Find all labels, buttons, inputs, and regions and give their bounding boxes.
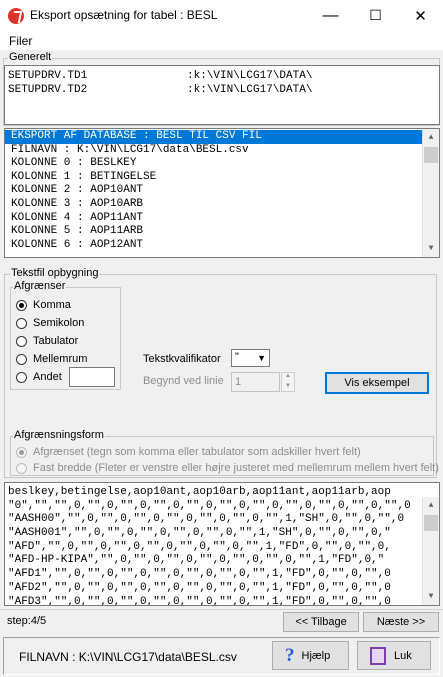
preview-line: beslkey,betingelse,aop10ant,aop10arb,aop… bbox=[8, 486, 391, 498]
spin-up-icon[interactable]: ▲ bbox=[285, 373, 291, 379]
start-line-input[interactable]: 1 bbox=[231, 372, 280, 392]
scroll-up-icon[interactable]: ▲ bbox=[423, 129, 439, 146]
textfile-legend: Tekstfil opbygning bbox=[10, 267, 100, 279]
scroll-down-icon[interactable]: ▼ bbox=[423, 240, 439, 257]
list-item[interactable]: KOLONNE 6 : AOP12ANT bbox=[5, 239, 423, 253]
list-item[interactable]: KOLONNE 2 : AOP10ANT bbox=[5, 184, 423, 198]
close-button[interactable]: Luk bbox=[357, 641, 431, 670]
general-row-key: SETUPDRV.TD2 bbox=[8, 84, 88, 96]
list-item[interactable]: KOLONNE 3 : AOP10ARB bbox=[5, 198, 423, 212]
export-definition-list[interactable]: EKSPORT AF DATABASE : BESL TIL CSV FIL F… bbox=[4, 128, 440, 258]
preview-line: "AASH001","",0,"",0,"",0,"",0,"",0,"",1,… bbox=[8, 527, 391, 540]
footer-filename: FILNAVN : K:\VIN\LCG17\data\BESL.csv bbox=[19, 650, 237, 664]
general-settings-box[interactable]: SETUPDRV.TD1 :k:\VIN\LCG17\DATA\ SETUPDR… bbox=[4, 65, 440, 125]
close-icon: ✕ bbox=[414, 7, 427, 25]
radio-comma-label[interactable]: Komma bbox=[33, 299, 71, 311]
footer-divider bbox=[0, 609, 443, 610]
list-scrollbar[interactable]: ▲ ▼ bbox=[422, 129, 439, 257]
radio-tab[interactable] bbox=[16, 336, 27, 347]
step-indicator: step:4/5 bbox=[7, 615, 47, 627]
help-button-label: Hjælp bbox=[301, 649, 331, 662]
delimiter-legend: Afgrænser bbox=[13, 280, 67, 292]
radio-semicolon-label[interactable]: Semikolon bbox=[33, 317, 84, 329]
general-legend: Generelt bbox=[8, 51, 53, 63]
question-icon: ? bbox=[285, 644, 295, 666]
radio-delimited[interactable] bbox=[16, 447, 27, 458]
preview-line: "0","","",0,"",0,"",0,"",0,"",0,"",0,"",… bbox=[8, 499, 411, 512]
preview-scrollbar[interactable]: ▲ ▼ bbox=[422, 497, 439, 605]
general-row-value: :k:\VIN\LCG17\DATA\ bbox=[187, 84, 313, 96]
window-title: Eksport opsætning for tabel : BESL bbox=[30, 8, 218, 22]
scroll-thumb[interactable] bbox=[424, 515, 438, 531]
qualifier-value: " bbox=[235, 351, 239, 363]
qualifier-select[interactable]: " ▼ bbox=[231, 349, 270, 367]
show-example-button[interactable]: Vis eksempel bbox=[325, 372, 429, 394]
preview-line: "AFD-HP-KIPA","",0,"",0,"",0,"",0,"",0,"… bbox=[8, 554, 385, 567]
app-logo-icon bbox=[8, 8, 24, 24]
menu-bar bbox=[0, 31, 443, 50]
preview-line: "AASH00","",0,"",0,"",0,"",0,"",0,"",0,"… bbox=[8, 513, 405, 526]
radio-other[interactable] bbox=[16, 372, 27, 383]
start-line-spinner[interactable]: ▲ ▼ bbox=[281, 372, 295, 392]
radio-delimited-label[interactable]: Afgrænset (tegn som komma eller tabulato… bbox=[33, 446, 361, 458]
list-item[interactable]: EKSPORT AF DATABASE : BESL TIL CSV FIL bbox=[5, 130, 423, 144]
scroll-up-icon[interactable]: ▲ bbox=[423, 497, 439, 514]
general-row-key: SETUPDRV.TD1 bbox=[8, 70, 88, 82]
radio-space-label[interactable]: Mellemrum bbox=[33, 353, 87, 365]
radio-space[interactable] bbox=[16, 354, 27, 365]
radio-other-label[interactable]: Andet bbox=[33, 371, 62, 383]
list-item[interactable]: KOLONNE 5 : AOP11ARB bbox=[5, 225, 423, 239]
chevron-down-icon: ▼ bbox=[257, 353, 266, 363]
start-line-label: Begynd ved linie bbox=[143, 375, 224, 387]
close-button-label: Luk bbox=[394, 649, 412, 662]
qualifier-label: Tekstkvalifikator bbox=[143, 353, 221, 365]
radio-semicolon[interactable] bbox=[16, 318, 27, 329]
list-item[interactable]: KOLONNE 1 : BETINGELSE bbox=[5, 171, 423, 185]
next-button[interactable]: Næste >> bbox=[363, 612, 439, 632]
spin-down-icon[interactable]: ▼ bbox=[285, 383, 291, 389]
radio-fixed-width-label[interactable]: Fast bredde (Fleter er venstre eller høj… bbox=[33, 462, 439, 474]
title-bar: Eksport opsætning for tabel : BESL — ☐ ✕ bbox=[0, 0, 443, 31]
radio-fixed-width[interactable] bbox=[16, 463, 27, 474]
help-button[interactable]: ? Hjælp bbox=[272, 641, 349, 670]
radio-comma[interactable] bbox=[16, 300, 27, 311]
list-item[interactable]: KOLONNE 4 : AOP11ANT bbox=[5, 212, 423, 226]
close-window-button[interactable]: ✕ bbox=[398, 0, 443, 31]
preview-line: "AFD3","",0,"",0,"",0,"",0,"",0,"",0,"",… bbox=[8, 595, 391, 606]
back-button[interactable]: << Tilbage bbox=[283, 612, 359, 632]
other-delimiter-input[interactable] bbox=[69, 367, 115, 387]
start-line-value: 1 bbox=[235, 376, 242, 388]
preview-line: "AFD1","",0,"",0,"",0,"",0,"",0,"",0,"",… bbox=[8, 568, 391, 581]
menu-file[interactable]: Filer bbox=[9, 34, 32, 48]
maximize-icon: ☐ bbox=[369, 7, 382, 23]
scroll-thumb[interactable] bbox=[424, 147, 438, 163]
list-item[interactable]: KOLONNE 0 : BESLKEY bbox=[5, 157, 423, 171]
exit-door-icon bbox=[370, 646, 386, 665]
minimize-icon: — bbox=[322, 6, 339, 24]
scroll-down-icon[interactable]: ▼ bbox=[423, 588, 439, 605]
delimit-form-legend: Afgrænsningsform bbox=[13, 429, 105, 441]
maximize-button[interactable]: ☐ bbox=[353, 0, 398, 31]
general-row-value: :k:\VIN\LCG17\DATA\ bbox=[187, 70, 313, 82]
preview-box[interactable]: beslkey,betingelse,aop10ant,aop10arb,aop… bbox=[4, 482, 440, 606]
radio-tab-label[interactable]: Tabulator bbox=[33, 335, 78, 347]
preview-line: "AFD","",0,"",0,"",0,"",0,"",0,"",0,"",1… bbox=[8, 540, 391, 553]
preview-line: "AFD2","",0,"",0,"",0,"",0,"",0,"",0,"",… bbox=[8, 581, 391, 594]
minimize-button[interactable]: — bbox=[308, 0, 353, 31]
list-item[interactable]: FILNAVN : K:\VIN\LCG17\data\BESL.csv bbox=[5, 144, 423, 158]
